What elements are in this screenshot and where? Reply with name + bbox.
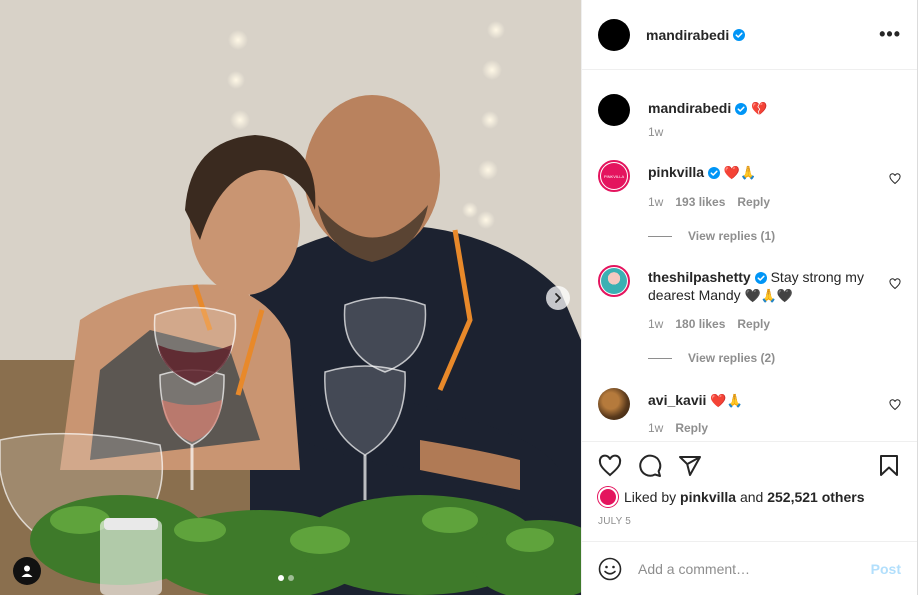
commenter-username[interactable]: theshilpashetty xyxy=(648,269,751,285)
caption-meta: 1w xyxy=(648,125,663,139)
caption-text: mandirabedi 💔 xyxy=(648,99,877,119)
comment-likes[interactable]: 193 likes xyxy=(675,195,725,209)
commenter-avatar[interactable] xyxy=(598,388,630,420)
comment-text: avi_kavii ❤️🙏 xyxy=(648,391,877,411)
next-slide-button[interactable] xyxy=(546,286,570,310)
comment-bubble-icon[interactable] xyxy=(638,454,662,478)
divider-line xyxy=(648,235,672,237)
comment-item: theshilpashetty Stay strong my dearest M… xyxy=(598,265,901,375)
carousel-indicator xyxy=(278,575,294,581)
comment-meta: 1w Reply xyxy=(648,421,708,435)
view-replies-button[interactable]: View replies (1) xyxy=(648,229,775,243)
comment-likes[interactable]: 180 likes xyxy=(675,317,725,331)
reply-button[interactable]: Reply xyxy=(737,195,770,209)
action-icons xyxy=(598,442,901,490)
view-replies-label: View replies (2) xyxy=(688,351,776,365)
add-comment-bar: Post xyxy=(582,541,917,595)
view-replies-button[interactable]: View replies (2) xyxy=(648,351,775,365)
likes-and: and xyxy=(739,489,764,505)
comment-meta: 1w 180 likes Reply xyxy=(648,317,770,331)
comment-text: pinkvilla ❤️🙏 xyxy=(648,163,877,183)
view-replies-label: View replies (1) xyxy=(688,229,776,243)
more-options-icon[interactable]: ••• xyxy=(879,24,901,45)
emoji-smiley-icon[interactable] xyxy=(598,557,622,581)
user-icon xyxy=(21,565,33,577)
caption-time[interactable]: 1w xyxy=(648,125,663,139)
liker-username[interactable]: pinkvilla xyxy=(680,489,736,505)
likes-count[interactable]: 252,521 others xyxy=(767,489,864,505)
share-send-icon[interactable] xyxy=(678,454,702,478)
liker-avatar[interactable] xyxy=(598,487,618,507)
verified-badge-icon xyxy=(733,28,746,41)
comment-item: PINKVILLA pinkvilla ❤️🙏 1w 193 likes Rep… xyxy=(598,160,901,250)
verified-badge-icon xyxy=(735,103,748,115)
caption: mandirabedi 💔 1w xyxy=(598,94,901,144)
caption-emoji: 💔 xyxy=(751,102,768,117)
comment-input[interactable] xyxy=(638,560,871,577)
reply-button[interactable]: Reply xyxy=(737,317,770,331)
commenter-username[interactable]: pinkvilla xyxy=(648,164,704,180)
commenter-avatar[interactable] xyxy=(598,265,630,297)
comment-item: avi_kavii ❤️🙏 1w Reply xyxy=(598,388,901,441)
like-comment-heart-icon[interactable] xyxy=(889,399,901,411)
comment-emoji: ❤️🙏 xyxy=(723,166,757,181)
carousel-dot-active xyxy=(278,575,284,581)
author-username[interactable]: mandirabedi xyxy=(646,27,729,43)
post-date[interactable]: JULY 5 xyxy=(598,516,901,527)
caption-username[interactable]: mandirabedi xyxy=(648,100,731,116)
likes-prefix: Liked by xyxy=(624,489,677,505)
post-photo[interactable] xyxy=(0,0,581,595)
reply-button[interactable]: Reply xyxy=(675,421,708,435)
comment-emoji: 🖤🙏🖤 xyxy=(744,289,794,304)
divider-line xyxy=(648,357,672,359)
chevron-right-icon xyxy=(555,293,562,303)
tagged-users-button[interactable] xyxy=(13,557,41,585)
bookmark-icon[interactable] xyxy=(877,454,901,478)
like-comment-heart-icon[interactable] xyxy=(889,278,901,290)
comment-meta: 1w 193 likes Reply xyxy=(648,195,770,209)
commenter-username[interactable]: avi_kavii xyxy=(648,392,706,408)
comment-time[interactable]: 1w xyxy=(648,195,663,209)
carousel-dot xyxy=(288,575,294,581)
verified-badge-icon xyxy=(754,272,767,284)
likes-summary: Liked by pinkvilla and 252,521 others xyxy=(598,487,901,507)
caption-avatar[interactable] xyxy=(598,94,630,126)
comments-list: mandirabedi 💔 1w PINKVILLA pinkvilla ❤️🙏… xyxy=(582,70,917,441)
comment-time[interactable]: 1w xyxy=(648,421,663,435)
author-avatar[interactable] xyxy=(598,18,630,51)
like-comment-heart-icon[interactable] xyxy=(889,173,901,185)
post-panel: mandirabedi ••• mandirabedi 💔 1w PINKVIL… xyxy=(581,0,918,595)
photo-scene xyxy=(0,0,581,595)
comment-text: theshilpashetty Stay strong my dearest M… xyxy=(648,268,877,306)
post-comment-button[interactable]: Post xyxy=(871,561,901,577)
comment-time[interactable]: 1w xyxy=(648,317,663,331)
comment-emoji: ❤️🙏 xyxy=(710,394,743,409)
post-header: mandirabedi ••• xyxy=(582,0,917,70)
like-heart-icon[interactable] xyxy=(598,454,622,478)
commenter-avatar[interactable]: PINKVILLA xyxy=(598,160,630,192)
verified-badge-icon xyxy=(708,167,721,179)
post-actions: Liked by pinkvilla and 252,521 others JU… xyxy=(582,441,917,541)
